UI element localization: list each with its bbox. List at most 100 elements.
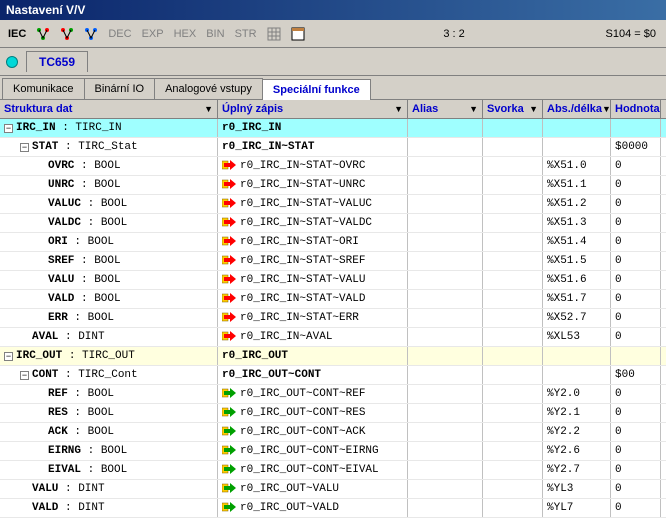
cell-svorka — [483, 138, 543, 156]
table-row[interactable]: OVRC : BOOL r0_IRC_IN~STAT~OVRC%X51.00 — [0, 157, 666, 176]
cell-struktura: VALD : BOOL — [0, 290, 218, 308]
cell-hodnota: 0 — [611, 480, 661, 498]
table-row[interactable]: VALU : DINT r0_IRC_OUT~VALU%YL30 — [0, 480, 666, 499]
cell-struktura: VALU : DINT — [0, 480, 218, 498]
table-row[interactable]: −STAT : TIRC_Stat r0_IRC_IN~STAT$0000 — [0, 138, 666, 157]
cell-hodnota: 0 — [611, 461, 661, 479]
tab-binarni-io[interactable]: Binární IO — [84, 78, 156, 99]
input-arrow-icon — [222, 159, 238, 173]
input-arrow-icon — [222, 311, 238, 325]
col-struktura[interactable]: Struktura dat▼ — [0, 100, 218, 118]
col-abs[interactable]: Abs./délka▼ — [543, 100, 611, 118]
cell-zapis: r0_IRC_IN~STAT~OVRC — [218, 157, 408, 175]
col-zapis[interactable]: Úplný zápis▼ — [218, 100, 408, 118]
cell-struktura: VALU : BOOL — [0, 271, 218, 289]
cell-hodnota: 0 — [611, 176, 661, 194]
cell-abs: %YL3 — [543, 480, 611, 498]
table-row[interactable]: ERR : BOOL r0_IRC_IN~STAT~ERR%X52.70 — [0, 309, 666, 328]
table-row[interactable]: VALD : DINT r0_IRC_OUT~VALD%YL70 — [0, 499, 666, 518]
col-hodnota[interactable]: Hodnota — [611, 100, 661, 118]
tab-analogove-vstupy[interactable]: Analogové vstupy — [154, 78, 263, 99]
device-led-icon — [6, 56, 18, 68]
table-row[interactable]: ACK : BOOL r0_IRC_OUT~CONT~ACK%Y2.20 — [0, 423, 666, 442]
cell-alias — [408, 480, 483, 498]
table-row[interactable]: −CONT : TIRC_Cont r0_IRC_OUT~CONT$00 — [0, 366, 666, 385]
cell-alias — [408, 290, 483, 308]
table-row[interactable]: VALUC : BOOL r0_IRC_IN~STAT~VALUC%X51.20 — [0, 195, 666, 214]
table-row[interactable]: −IRC_OUT : TIRC_OUT r0_IRC_OUT — [0, 347, 666, 366]
cell-struktura: VALUC : BOOL — [0, 195, 218, 213]
cell-struktura: AVAL : DINT — [0, 328, 218, 346]
cell-alias — [408, 499, 483, 517]
tab-specialni-funkce[interactable]: Speciální funkce — [262, 79, 371, 100]
cell-zapis: r0_IRC_IN~STAT~ERR — [218, 309, 408, 327]
cell-struktura: ERR : BOOL — [0, 309, 218, 327]
cell-struktura: SREF : BOOL — [0, 252, 218, 270]
table-row[interactable]: SREF : BOOL r0_IRC_IN~STAT~SREF%X51.50 — [0, 252, 666, 271]
grid-icon[interactable] — [263, 23, 285, 45]
cell-zapis: r0_IRC_IN~STAT~ORI — [218, 233, 408, 251]
cell-abs — [543, 138, 611, 156]
table-row[interactable]: VALU : BOOL r0_IRC_IN~STAT~VALU%X51.60 — [0, 271, 666, 290]
window-icon[interactable] — [287, 23, 309, 45]
table-row[interactable]: EIRNG : BOOL r0_IRC_OUT~CONT~EIRNG%Y2.60 — [0, 442, 666, 461]
cell-svorka — [483, 347, 543, 365]
cell-abs: %X51.2 — [543, 195, 611, 213]
cell-svorka — [483, 290, 543, 308]
status-display: S104 = $0 — [600, 28, 662, 40]
cell-zapis: r0_IRC_OUT~CONT~RES — [218, 404, 408, 422]
iec-button[interactable]: IEC — [4, 28, 30, 40]
cell-svorka — [483, 309, 543, 327]
input-arrow-icon — [222, 254, 238, 268]
cell-zapis: r0_IRC_OUT — [218, 347, 408, 365]
cell-zapis: r0_IRC_OUT~CONT~EIRNG — [218, 442, 408, 460]
tree-toggle[interactable]: − — [20, 143, 29, 152]
str-button[interactable]: STR — [231, 28, 261, 40]
col-alias[interactable]: Alias▼ — [408, 100, 483, 118]
network-icon-3[interactable] — [80, 23, 102, 45]
table-row[interactable]: REF : BOOL r0_IRC_OUT~CONT~REF%Y2.00 — [0, 385, 666, 404]
input-arrow-icon — [222, 216, 238, 230]
dec-button[interactable]: DEC — [104, 28, 135, 40]
tree-toggle[interactable]: − — [4, 124, 13, 133]
cell-abs: %Y2.2 — [543, 423, 611, 441]
col-svorka[interactable]: Svorka▼ — [483, 100, 543, 118]
grid-header: Struktura dat▼ Úplný zápis▼ Alias▼ Svork… — [0, 100, 666, 119]
tab-bar: Komunikace Binární IO Analogové vstupy S… — [0, 76, 666, 100]
cell-zapis: r0_IRC_OUT~CONT~EIVAL — [218, 461, 408, 479]
data-grid[interactable]: Struktura dat▼ Úplný zápis▼ Alias▼ Svork… — [0, 100, 666, 531]
cell-zapis: r0_IRC_OUT~CONT — [218, 366, 408, 384]
hex-button[interactable]: HEX — [170, 28, 201, 40]
cell-hodnota — [611, 119, 661, 137]
table-row[interactable]: AVAL : DINT r0_IRC_IN~AVAL%XL530 — [0, 328, 666, 347]
cell-abs — [543, 347, 611, 365]
network-icon-2[interactable] — [56, 23, 78, 45]
cell-abs: %X52.7 — [543, 309, 611, 327]
cell-hodnota: 0 — [611, 157, 661, 175]
tab-komunikace[interactable]: Komunikace — [2, 78, 85, 99]
cell-abs: %X51.4 — [543, 233, 611, 251]
cell-abs: %X51.0 — [543, 157, 611, 175]
cell-hodnota: 0 — [611, 499, 661, 517]
cell-hodnota: 0 — [611, 290, 661, 308]
exp-button[interactable]: EXP — [138, 28, 168, 40]
table-row[interactable]: VALDC : BOOL r0_IRC_IN~STAT~VALDC%X51.30 — [0, 214, 666, 233]
table-row[interactable]: VALD : BOOL r0_IRC_IN~STAT~VALD%X51.70 — [0, 290, 666, 309]
output-arrow-icon — [222, 406, 238, 420]
table-row[interactable]: RES : BOOL r0_IRC_OUT~CONT~RES%Y2.10 — [0, 404, 666, 423]
table-row[interactable]: EIVAL : BOOL r0_IRC_OUT~CONT~EIVAL%Y2.70 — [0, 461, 666, 480]
device-tab[interactable]: TC659 — [26, 51, 88, 72]
cell-struktura: −IRC_IN : TIRC_IN — [0, 119, 218, 137]
output-arrow-icon — [222, 463, 238, 477]
tree-toggle[interactable]: − — [4, 352, 13, 361]
tree-toggle[interactable]: − — [20, 371, 29, 380]
cell-alias — [408, 271, 483, 289]
table-row[interactable]: −IRC_IN : TIRC_IN r0_IRC_IN — [0, 119, 666, 138]
cell-zapis: r0_IRC_OUT~VALD — [218, 499, 408, 517]
network-icon-1[interactable] — [32, 23, 54, 45]
cell-svorka — [483, 366, 543, 384]
bin-button[interactable]: BIN — [202, 28, 228, 40]
table-row[interactable]: UNRC : BOOL r0_IRC_IN~STAT~UNRC%X51.10 — [0, 176, 666, 195]
cell-alias — [408, 423, 483, 441]
table-row[interactable]: ORI : BOOL r0_IRC_IN~STAT~ORI%X51.40 — [0, 233, 666, 252]
